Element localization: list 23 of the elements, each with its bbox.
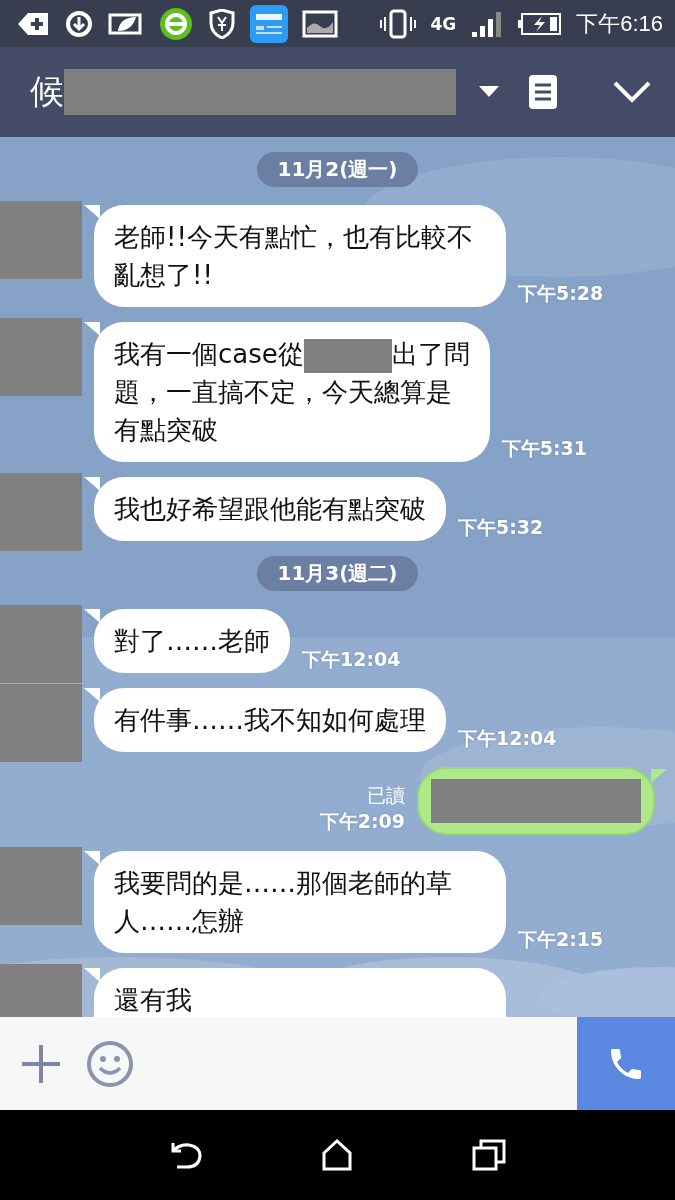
message-text: 有點突破 <box>114 415 218 445</box>
message-text: 有件事……我不知如何處理 <box>114 705 426 735</box>
message-text: 題，一直搞不定，今天總算是 <box>114 377 452 407</box>
date-separator: 11月2(週一) <box>257 152 418 187</box>
message-text: 我要問的是……那個老師的草人……怎辦 <box>114 868 452 936</box>
message-time: 下午12:04 <box>302 647 401 672</box>
network-type: 4G <box>430 13 457 34</box>
status-time: 下午6:16 <box>576 9 663 38</box>
message-text: 對了……老師 <box>114 626 270 656</box>
message-time: 下午5:28 <box>518 281 604 306</box>
message-time: 下午12:04 <box>458 726 557 751</box>
message-text: 還有我 <box>114 985 192 1015</box>
read-receipt: 已讀 <box>367 783 405 808</box>
message-text: 出了問 <box>391 339 470 369</box>
message-text: 老師!!今天有點忙，也有比較不亂想了!! <box>114 222 473 290</box>
message-time: 下午5:31 <box>501 436 588 461</box>
message-time: 下午2:09 <box>319 809 405 834</box>
message-text: 我有一個case從 <box>114 339 304 369</box>
date-separator: 11月3(週二) <box>257 556 418 591</box>
message-time: 下午5:32 <box>458 515 544 540</box>
message-text: 我也好希望跟他能有點突破 <box>114 494 426 524</box>
chat-title: 候 <box>30 70 64 113</box>
message-time: 下午2:15 <box>518 927 604 952</box>
